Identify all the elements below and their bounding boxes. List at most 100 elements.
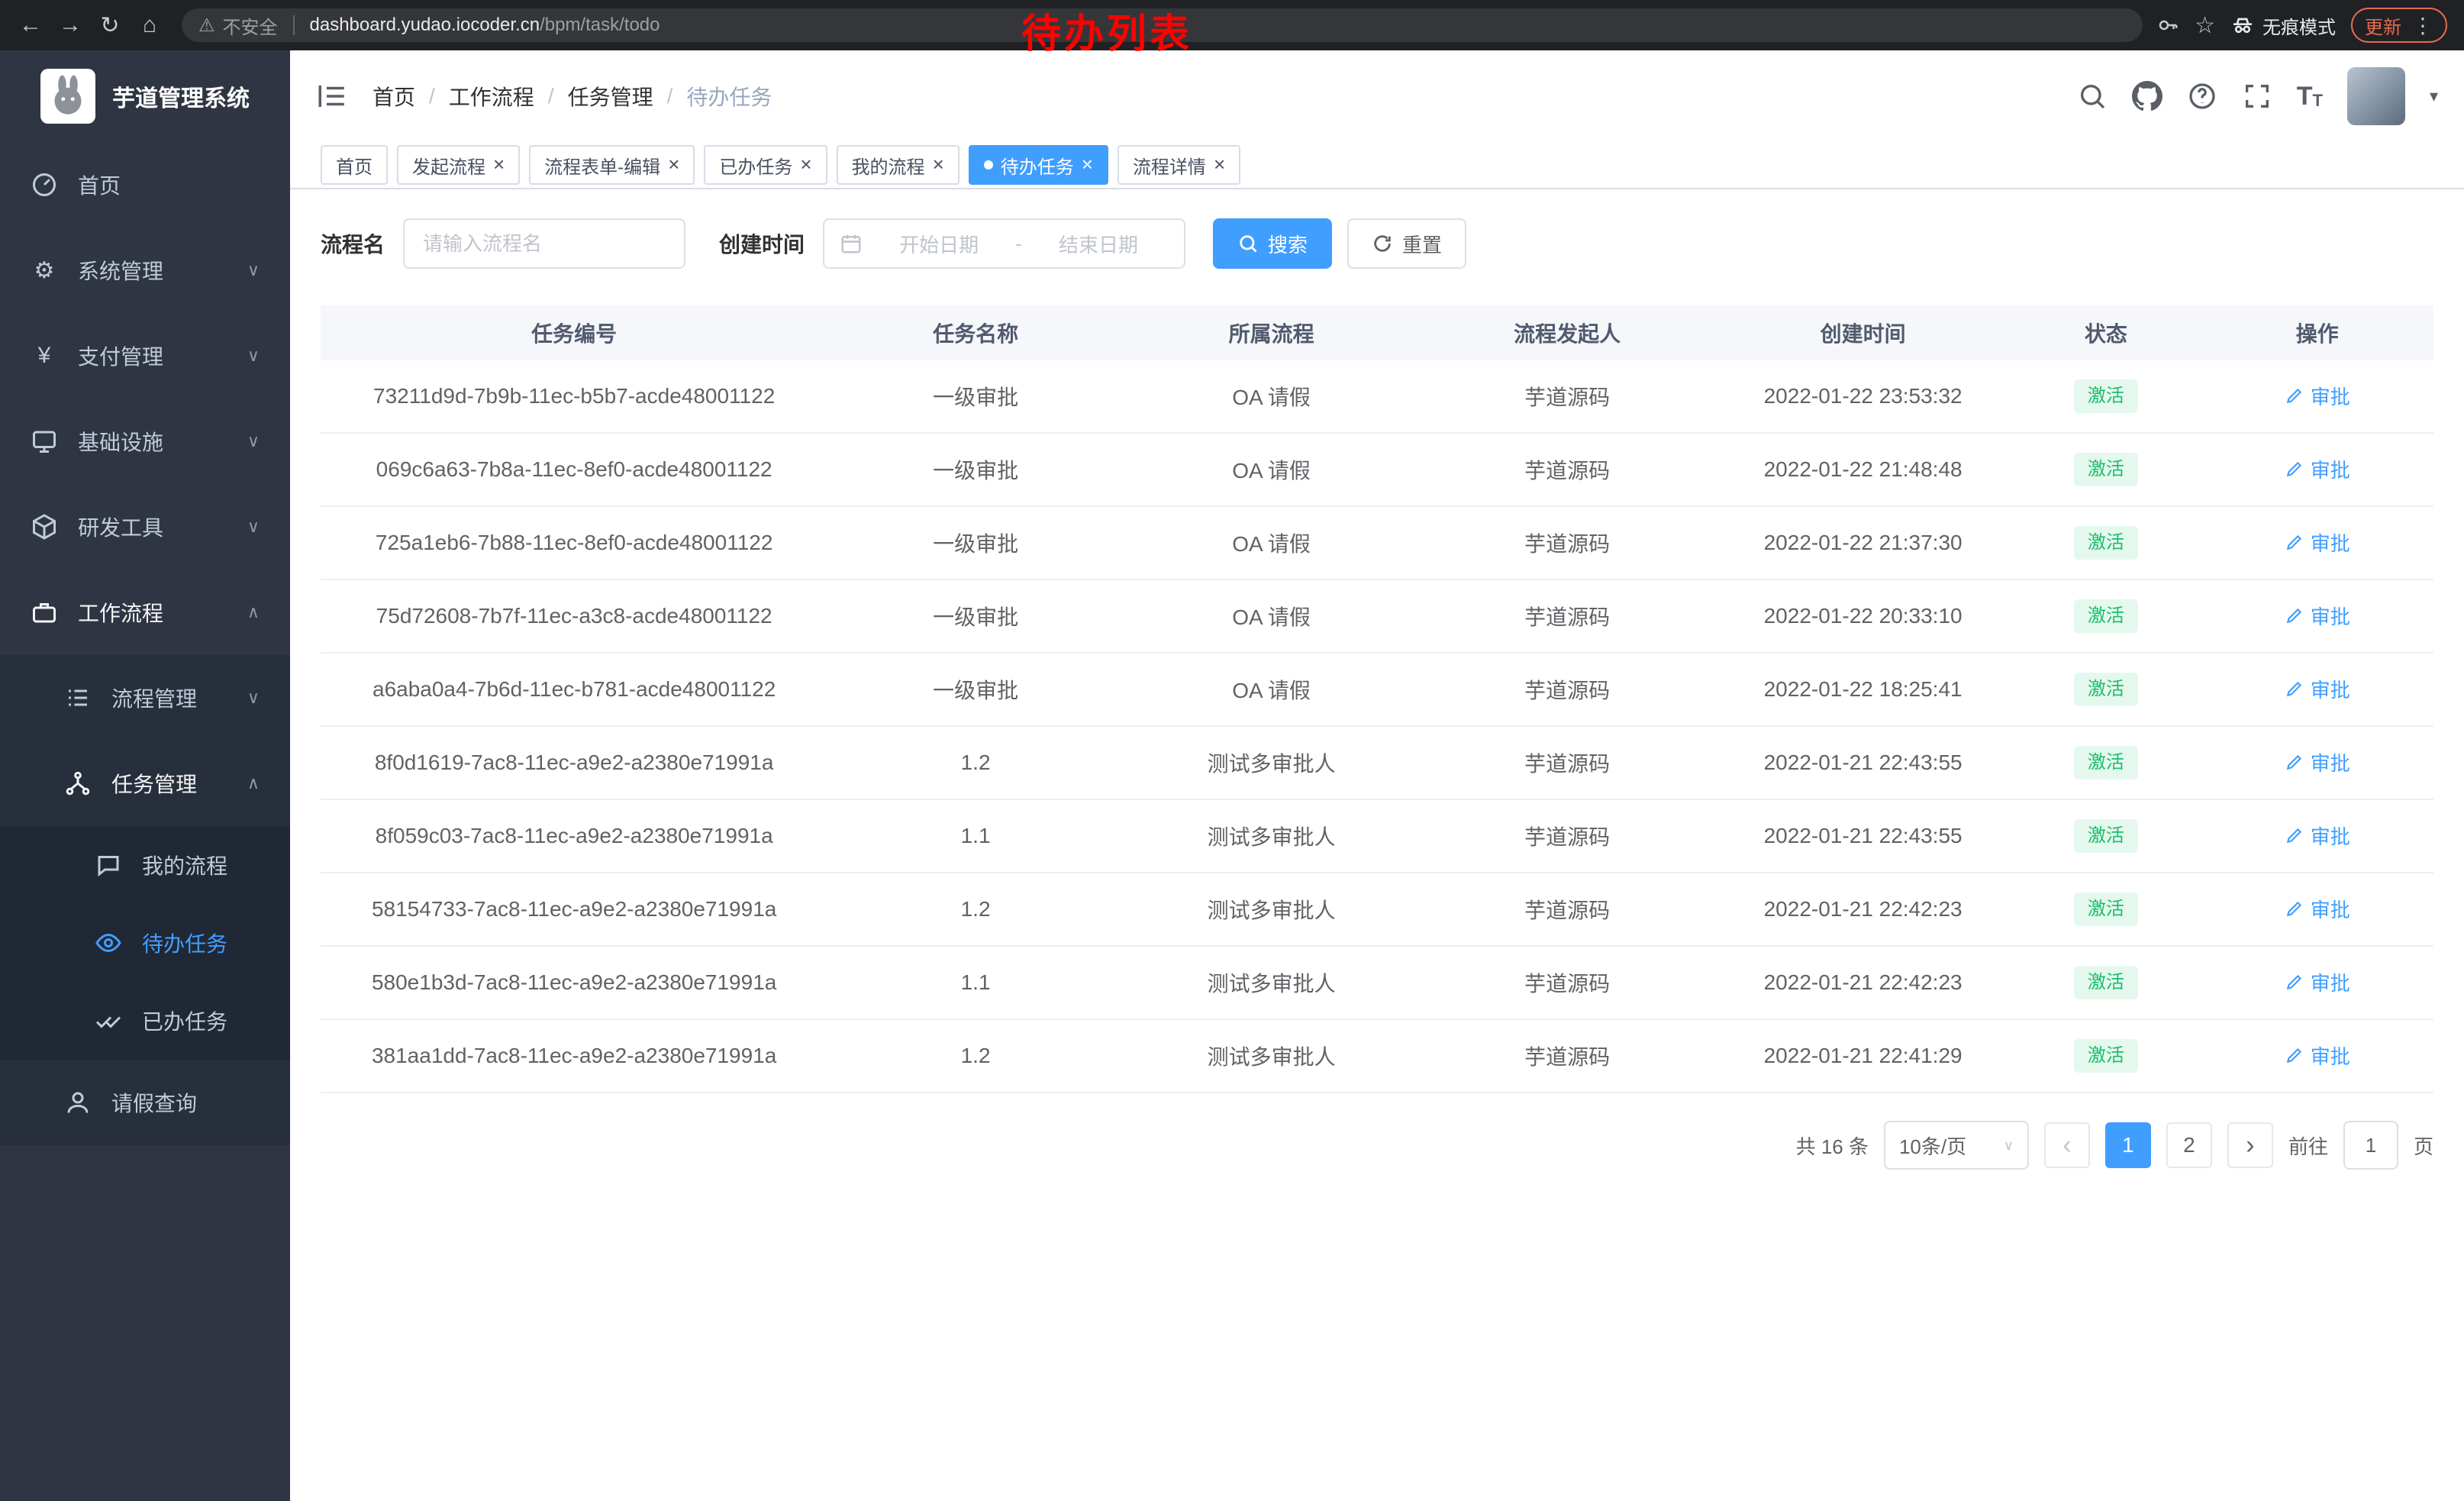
breadcrumb-item-task-management[interactable]: 任务管理 bbox=[568, 81, 653, 111]
end-date-placeholder[interactable]: 结束日期 bbox=[1028, 230, 1169, 258]
approve-link[interactable]: 审批 bbox=[2285, 455, 2350, 483]
status-badge: 激活 bbox=[2074, 379, 2138, 414]
sidebar-item-my-processes[interactable]: 我的流程 bbox=[0, 826, 290, 904]
reset-button-label: 重置 bbox=[1402, 230, 1442, 258]
bookmark-star-icon[interactable]: ☆ bbox=[2195, 12, 2215, 39]
key-icon[interactable] bbox=[2156, 14, 2179, 37]
refresh-icon[interactable]: ↻ bbox=[92, 7, 128, 44]
sidebar-item-system-management[interactable]: ⚙ 系统管理 ∨ bbox=[0, 228, 290, 313]
tab[interactable]: 待办任务 bbox=[969, 145, 1108, 185]
status-badge: 激活 bbox=[2074, 673, 2138, 707]
sidebar-item-label: 系统管理 bbox=[78, 255, 163, 286]
start-date-placeholder[interactable]: 开始日期 bbox=[869, 230, 1009, 258]
approve-link-label: 审批 bbox=[2311, 528, 2350, 557]
tab[interactable]: 我的流程 bbox=[837, 145, 959, 185]
cell-process: OA 请假 bbox=[1124, 454, 1420, 485]
tab[interactable]: 流程表单-编辑 bbox=[529, 145, 695, 185]
search-icon[interactable] bbox=[2077, 81, 2108, 111]
breadcrumb-item-workflow[interactable]: 工作流程 bbox=[449, 81, 534, 111]
page-button-1[interactable]: 1 bbox=[2105, 1122, 2151, 1168]
approve-link[interactable]: 审批 bbox=[2285, 822, 2350, 850]
sidebar-item-leave-query[interactable]: 请假查询 bbox=[0, 1060, 290, 1145]
sidebar: 芋道管理系统 首页 ⚙ 系统管理 ∨ ¥ 支付管理 ∨ 基础设施 ∨ bbox=[0, 50, 290, 1501]
security-label[interactable]: 不安全 bbox=[223, 12, 278, 39]
avatar[interactable] bbox=[2347, 67, 2405, 125]
home-icon[interactable]: ⌂ bbox=[131, 7, 168, 44]
monitor-icon bbox=[31, 428, 58, 455]
cell-process: 测试多审批人 bbox=[1124, 967, 1420, 998]
reset-button[interactable]: 重置 bbox=[1347, 218, 1466, 269]
app-logo-row[interactable]: 芋道管理系统 bbox=[0, 50, 290, 142]
chevron-down-icon: ∨ bbox=[2004, 1138, 2014, 1154]
tab-close-icon[interactable] bbox=[668, 154, 679, 176]
cell-action: 审批 bbox=[2201, 528, 2433, 558]
filter-bar: 流程名 创建时间 开始日期 - 结束日期 搜索 重置 bbox=[290, 189, 2464, 269]
sidebar-item-label: 请假查询 bbox=[111, 1087, 197, 1118]
prev-icon: ‹ bbox=[2062, 1132, 2071, 1158]
tab-close-icon[interactable] bbox=[800, 154, 811, 176]
tab[interactable]: 流程详情 bbox=[1118, 145, 1240, 185]
tab-close-icon[interactable] bbox=[493, 154, 505, 176]
app-title: 芋道管理系统 bbox=[112, 79, 250, 113]
page-size-select[interactable]: 10条/页 ∨ bbox=[1884, 1121, 2029, 1170]
sidebar-item-process-management[interactable]: 流程管理 ∨ bbox=[0, 655, 290, 741]
next-page-button[interactable]: › bbox=[2227, 1122, 2273, 1168]
forward-icon[interactable]: → bbox=[52, 7, 89, 44]
sidebar-item-task-management[interactable]: 任务管理 ∧ bbox=[0, 741, 290, 826]
table-row: 381aa1dd-7ac8-11ec-a9e2-a2380e71991a 1.2… bbox=[321, 1020, 2433, 1093]
tab[interactable]: 发起流程 bbox=[397, 145, 520, 185]
sidebar-item-infrastructure[interactable]: 基础设施 ∨ bbox=[0, 399, 290, 484]
tab[interactable]: 已办任务 bbox=[704, 145, 827, 185]
breadcrumb-item-home[interactable]: 首页 bbox=[373, 81, 415, 111]
cell-action: 审批 bbox=[2201, 675, 2433, 705]
approve-link[interactable]: 审批 bbox=[2285, 602, 2350, 630]
back-icon[interactable]: ← bbox=[12, 7, 49, 44]
sidebar-collapse-icon[interactable] bbox=[316, 80, 348, 112]
sidebar-item-payment-management[interactable]: ¥ 支付管理 ∨ bbox=[0, 313, 290, 399]
tab-close-icon[interactable] bbox=[1082, 154, 1093, 176]
list-icon bbox=[64, 684, 92, 712]
search-button[interactable]: 搜索 bbox=[1213, 218, 1332, 269]
goto-page-input[interactable] bbox=[2343, 1121, 2398, 1170]
chevron-up-icon: ∧ bbox=[247, 773, 260, 793]
sidebar-item-done-tasks[interactable]: 已办任务 bbox=[0, 982, 290, 1060]
tab-close-icon[interactable] bbox=[1214, 154, 1225, 176]
github-icon[interactable] bbox=[2132, 81, 2162, 111]
edit-pencil-icon bbox=[2285, 532, 2304, 552]
topbar-actions: TT ▾ bbox=[2077, 67, 2438, 125]
process-name-input[interactable] bbox=[403, 218, 685, 269]
prev-page-button[interactable]: ‹ bbox=[2044, 1122, 2090, 1168]
help-icon[interactable] bbox=[2187, 81, 2217, 111]
approve-link[interactable]: 审批 bbox=[2285, 675, 2350, 703]
approve-link[interactable]: 审批 bbox=[2285, 748, 2350, 776]
cell-status: 激活 bbox=[2011, 379, 2201, 414]
approve-link[interactable]: 审批 bbox=[2285, 528, 2350, 557]
page-button-2[interactable]: 2 bbox=[2166, 1122, 2212, 1168]
tab-close-icon[interactable] bbox=[933, 154, 944, 176]
page-url[interactable]: dashboard.yudao.iocoder.cn/bpm/task/todo bbox=[310, 15, 660, 36]
approve-link[interactable]: 审批 bbox=[2285, 1041, 2350, 1070]
approve-link[interactable]: 审批 bbox=[2285, 968, 2350, 996]
browser-menu-icon[interactable]: ⋮ bbox=[2412, 13, 2433, 38]
chevron-up-icon: ∧ bbox=[247, 602, 260, 622]
sidebar-item-todo-tasks[interactable]: 待办任务 bbox=[0, 904, 290, 982]
update-button[interactable]: 更新 ⋮ bbox=[2351, 8, 2447, 43]
approve-link-label: 审批 bbox=[2311, 968, 2350, 996]
sidebar-item-dev-tools[interactable]: 研发工具 ∨ bbox=[0, 484, 290, 570]
cell-task-name: 1.2 bbox=[827, 750, 1124, 775]
update-label[interactable]: 更新 bbox=[2365, 12, 2401, 39]
sidebar-item-workflow[interactable]: 工作流程 ∧ bbox=[0, 570, 290, 655]
approve-link[interactable]: 审批 bbox=[2285, 895, 2350, 923]
fullscreen-icon[interactable] bbox=[2242, 81, 2272, 111]
sidebar-item-home[interactable]: 首页 bbox=[0, 142, 290, 228]
avatar-caret-icon[interactable]: ▾ bbox=[2430, 86, 2438, 106]
font-size-icon[interactable]: TT bbox=[2297, 83, 2323, 109]
tab[interactable]: 首页 bbox=[321, 145, 388, 185]
app: 芋道管理系统 首页 ⚙ 系统管理 ∨ ¥ 支付管理 ∨ 基础设施 ∨ bbox=[0, 50, 2464, 1501]
cell-created-time: 2022-01-21 22:43:55 bbox=[1715, 750, 2011, 775]
approve-link[interactable]: 审批 bbox=[2285, 382, 2350, 410]
cell-task-id: 8f0d1619-7ac8-11ec-a9e2-a2380e71991a bbox=[321, 750, 827, 775]
cell-status: 激活 bbox=[2011, 819, 2201, 854]
create-time-range-picker[interactable]: 开始日期 - 结束日期 bbox=[823, 218, 1185, 269]
cell-action: 审批 bbox=[2201, 968, 2433, 998]
